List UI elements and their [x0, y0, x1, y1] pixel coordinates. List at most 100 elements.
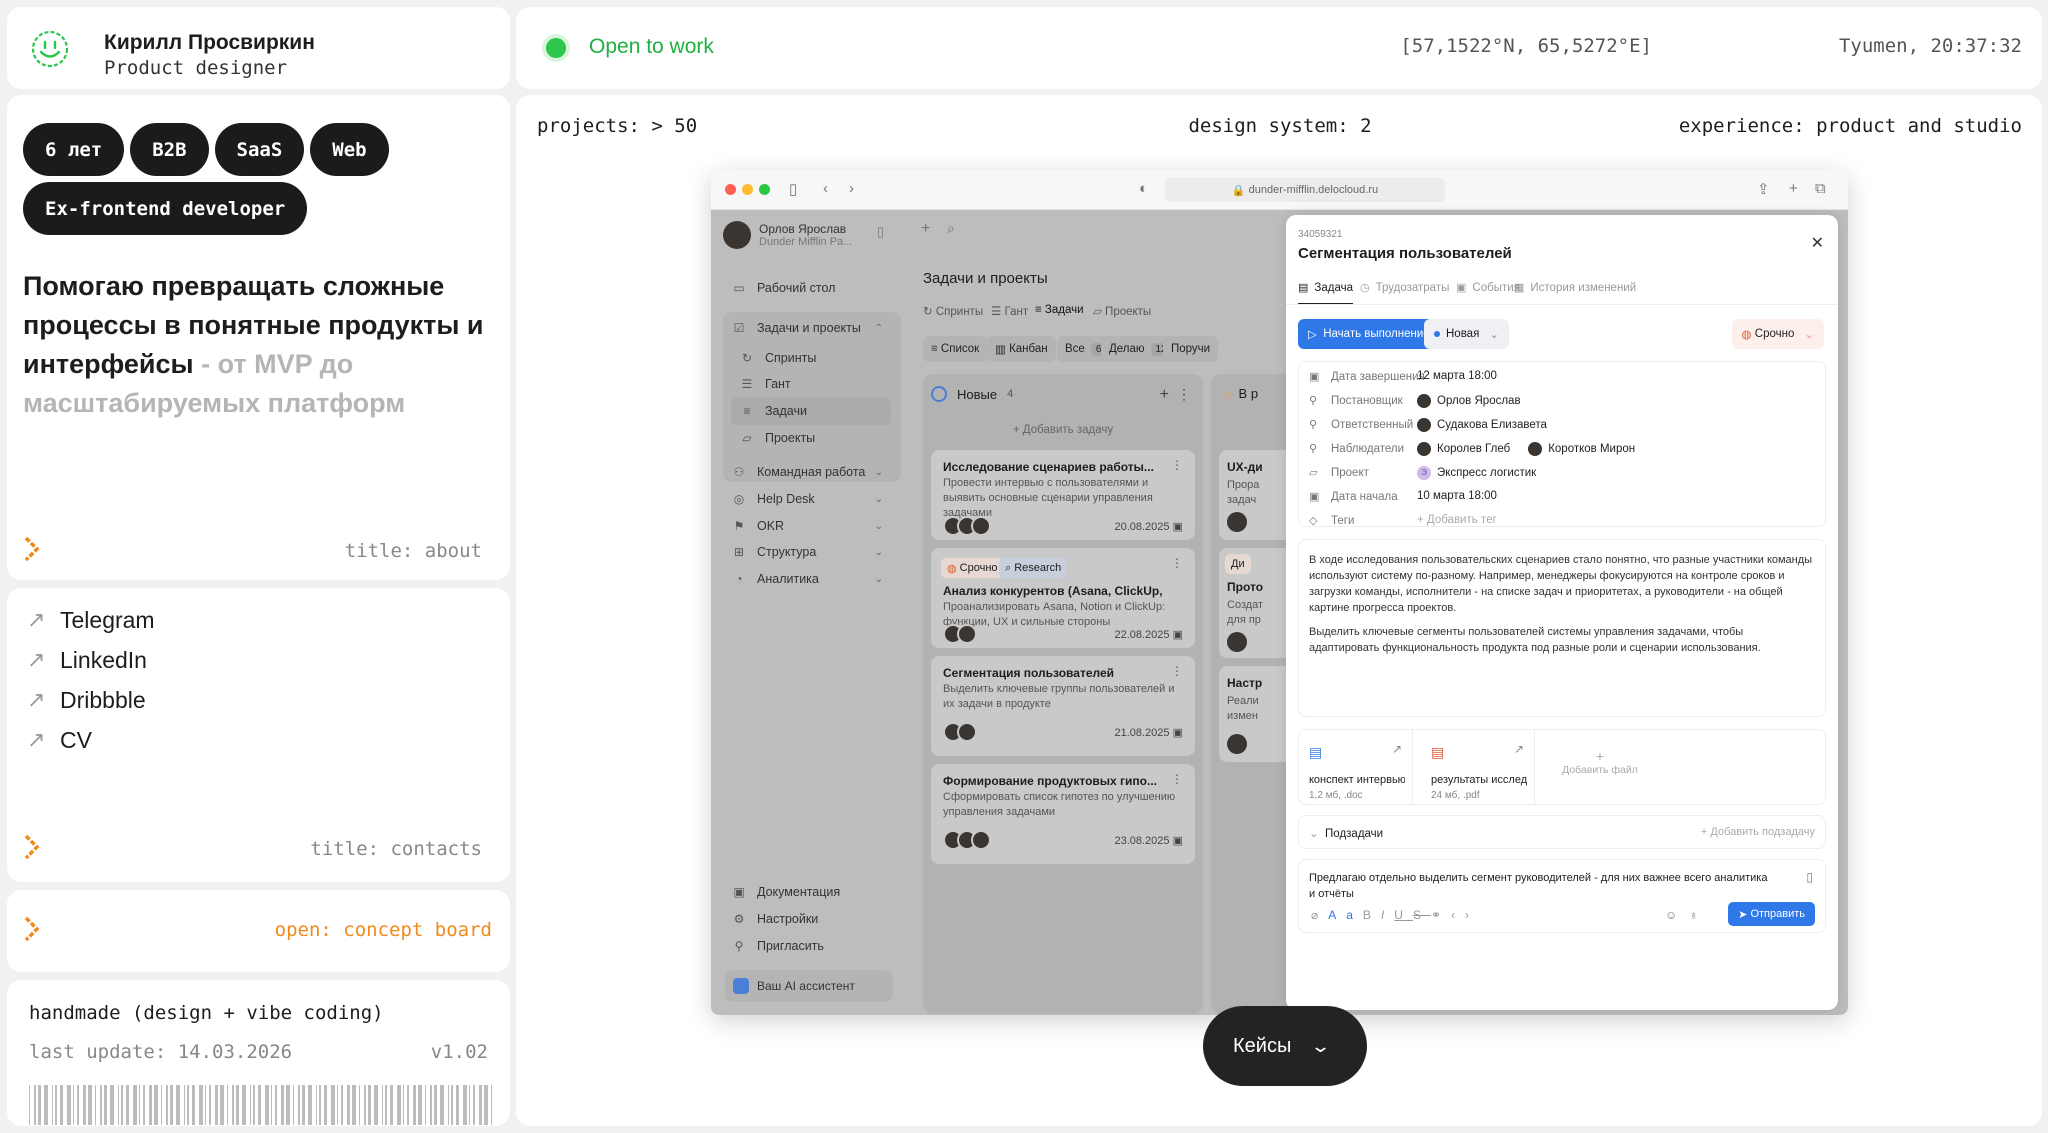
value-text: Судакова Елизавета [1437, 419, 1547, 431]
barcode-bar [88, 1085, 92, 1125]
barcode-bar [456, 1085, 459, 1125]
barcode-bar [418, 1085, 422, 1125]
handmade-note: handmade (design + vibe coding) [29, 1002, 384, 1024]
link-label: CV [60, 726, 92, 753]
nav-label: Рабочий стол [757, 281, 836, 295]
barcode-bar [242, 1085, 246, 1125]
search-icon: ⌕ [1005, 561, 1015, 574]
link-telegram[interactable]: ↗ Telegram [27, 600, 155, 640]
barcode-bar [491, 1085, 492, 1125]
prop-label: ▱ Проект [1309, 466, 1369, 480]
fire-icon: ◍ [1741, 329, 1755, 341]
barcode-bar [154, 1085, 158, 1125]
city-time-readout: Tyumen, 20:37:32 [1838, 35, 2022, 57]
attachment: ▤ ↗ конспект интервью... 1,2 мб, .doc [1299, 730, 1413, 806]
task-properties: ▣ Дата завершения 12 марта 18:00 ⚲ Постано… [1298, 361, 1826, 527]
barcode-bar [434, 1085, 437, 1125]
barcode-bar [149, 1085, 152, 1125]
tag-icon: ◇ [1309, 515, 1318, 527]
button-label: Начать выполнение [1323, 328, 1430, 340]
skill-tags: 6 лет B2B SaaS Web Ex-frontend developer [23, 123, 463, 235]
label-text: Проект [1331, 466, 1369, 479]
bold-icon: B [1362, 908, 1381, 922]
document-icon: ▤ [1298, 282, 1309, 294]
doc-file-icon: ▤ [1309, 744, 1323, 760]
barcode-bar [331, 1085, 335, 1125]
send-icon: ➤ [1738, 908, 1751, 921]
chevron-down-icon: ⌄ [874, 493, 883, 505]
nav-projects: ▱ Проекты [731, 424, 891, 452]
task-title: Анализ конкурентов (Asana, ClickUp, No..… [943, 584, 1163, 598]
pill-label: Список [940, 343, 980, 355]
barcode-bar [170, 1085, 173, 1125]
description-paragraph: В ходе исследования пользовательских сце… [1309, 554, 1813, 614]
nav-label: Пригласить [757, 939, 824, 953]
task-desc: Проанализировать Asana, Notion и ClickUp… [943, 601, 1166, 628]
task-desc: Провести интервью с пользователями и выя… [943, 477, 1153, 519]
description-paragraph: Выделить ключевые сегменты пользователей… [1309, 626, 1761, 654]
cases-label: Кейсы [1233, 1034, 1292, 1057]
tab-label: Трудозатраты [1375, 281, 1450, 294]
back-icon: ‹ [823, 180, 828, 197]
link-cv[interactable]: ↗ CV [27, 720, 155, 760]
version-label: v1.02 [430, 1041, 488, 1063]
chevron-down-icon: ⌄ [1309, 828, 1326, 840]
date-text: 21.08.2025 [1114, 727, 1170, 739]
avatar [971, 516, 991, 536]
barcode-bar [100, 1085, 102, 1125]
barcode-bar [209, 1085, 211, 1125]
cases-dropdown-button[interactable]: Кейсы ⌄ [1203, 1006, 1367, 1086]
barcode-bar [236, 1085, 239, 1125]
tab-label: Проекты [1105, 306, 1152, 318]
filter-list: ≡ Список [923, 336, 988, 362]
chevron-up-icon: ⌃ [874, 322, 883, 334]
link-label: Telegram [60, 606, 155, 633]
prop-label: ▣ Дата завершения [1309, 370, 1425, 384]
expand-icon: ▯ [1806, 870, 1813, 884]
avatar [1417, 442, 1431, 456]
concept-board-label: open: concept board [274, 919, 492, 941]
chip-label: Срочно [959, 562, 998, 574]
open-to-work-label: Open to work [589, 35, 714, 58]
view-tab-tasks: ≡ Задачи [1035, 304, 1084, 316]
profile-card: Кирилл Просвиркин Product designer [7, 7, 510, 89]
link-dribbble[interactable]: ↗ Dribbble [27, 680, 155, 720]
prop-value: 10 марта 18:00 [1417, 490, 1497, 502]
barcode-bar [302, 1085, 305, 1125]
barcode-bar [121, 1085, 123, 1125]
barcode-bar [347, 1085, 350, 1125]
online-status-dot [546, 38, 566, 58]
emoji-icon: ☺ [1665, 908, 1678, 922]
barcode-bar [95, 1085, 96, 1125]
barcode-bar [250, 1085, 251, 1125]
tag-b2b: B2B [130, 123, 209, 176]
barcode-bar [451, 1085, 453, 1125]
last-update: last update: 14.03.2026 [29, 1041, 293, 1063]
concept-board-link[interactable]: open: concept board [7, 890, 510, 972]
link-linkedin[interactable]: ↗ LinkedIn [27, 640, 155, 680]
calendar-icon: ▣ [1309, 371, 1320, 383]
stat-projects: projects: > 50 [537, 115, 698, 137]
strike-icon: S [1412, 908, 1431, 922]
more-icon: ⋮ [1171, 458, 1183, 472]
tag-saas: SaaS [214, 123, 305, 176]
file-name: результаты исследо... [1431, 774, 1527, 786]
play-icon: ▷ [1308, 329, 1324, 341]
search-icon: ⌕ [947, 220, 955, 236]
barcode-bar [265, 1085, 269, 1125]
add-subtask: + Добавить подзадачу [1700, 826, 1815, 838]
pill-label: Поручи [1171, 343, 1211, 355]
task-detail-panel: 34059321 Сегментация пользователей ✕ ▤ За… [1286, 215, 1838, 1010]
barcode-bar [199, 1085, 203, 1125]
browser-chrome: ▯ ‹ › ◐ 🔒 dunder-mifflin.delocloud.ru ⇪ … [711, 170, 1848, 210]
prop-label: ⚲ Постановщик [1309, 394, 1403, 408]
barcode-bar [463, 1085, 467, 1125]
barcode-bar [319, 1085, 321, 1125]
project-badge: Э [1417, 466, 1431, 480]
chevron-down-icon: ⌄ [874, 520, 883, 532]
nav-label: Аналитика [757, 572, 819, 586]
chevron-right-icon [24, 916, 40, 942]
task-desc: Реали измен [1227, 695, 1259, 722]
underline-icon: U [1394, 908, 1413, 922]
barcode-bar [382, 1085, 383, 1125]
